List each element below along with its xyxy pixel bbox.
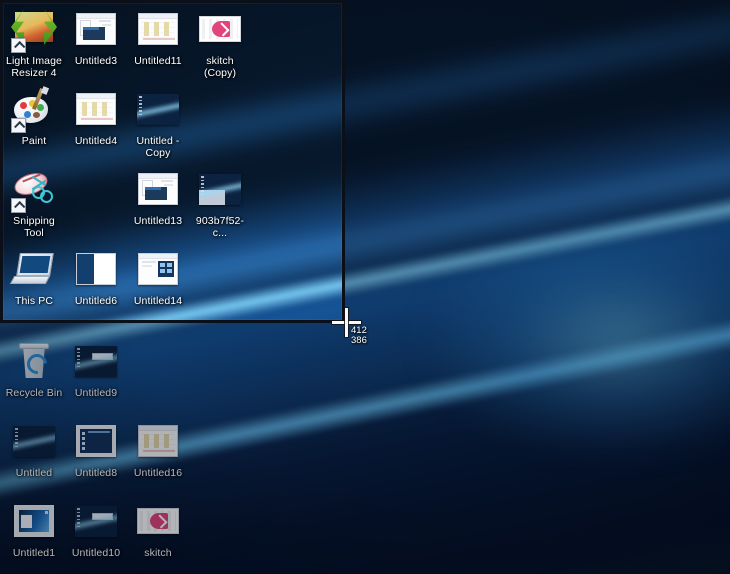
desktop-icon-untitled1[interactable]: Untitled1	[3, 498, 65, 560]
image-file-icon	[72, 86, 120, 134]
shortcut-arrow-icon	[11, 38, 26, 53]
paint-app-icon	[10, 86, 58, 134]
skitch-file-icon	[196, 6, 244, 54]
desktop-icon-label: Untitled6	[74, 295, 118, 307]
image-file-icon	[134, 6, 182, 54]
desktop-icon-label: Light Image Resizer 4	[6, 55, 62, 79]
image-file-icon	[134, 418, 182, 466]
desktop-icon-label: Untitled14	[133, 295, 183, 307]
desktop-icon-label: Untitled13	[133, 215, 183, 227]
desktop-icon-label: skitch (Copy)	[203, 55, 237, 79]
image-file-icon	[72, 418, 120, 466]
desktop-icon-label: Untitled3	[74, 55, 118, 67]
desktop-icon-paint[interactable]: Paint	[3, 86, 65, 148]
image-file-icon	[72, 498, 120, 546]
desktop-icon-untitled[interactable]: Untitled	[3, 418, 65, 480]
desktop-icon-grid: Light Image Resizer 4 Untitled3 Untitled11…	[0, 0, 730, 574]
shortcut-arrow-icon	[11, 118, 26, 133]
desktop-icon-untitled4[interactable]: Untitled4	[65, 86, 127, 148]
skitch-file-icon	[134, 498, 182, 546]
image-file-icon	[134, 86, 182, 134]
desktop-icon-label: Untitled1	[12, 547, 56, 559]
image-file-icon	[196, 166, 244, 214]
image-file-icon	[72, 6, 120, 54]
desktop-icon-903b7f52-c[interactable]: 903b7f52-c...	[189, 166, 251, 239]
desktop-icon-skitch-copy[interactable]: skitch (Copy)	[189, 6, 251, 79]
recycle-bin-icon	[10, 338, 58, 386]
desktop-icon-label: Untitled11	[134, 55, 182, 67]
desktop-icon-untitled3[interactable]: Untitled3	[65, 6, 127, 68]
image-file-icon	[72, 246, 120, 294]
desktop-icon-untitled14[interactable]: Untitled14	[127, 246, 189, 308]
desktop-icon-light-image-resizer-4[interactable]: Light Image Resizer 4	[3, 6, 65, 79]
image-file-icon	[134, 166, 182, 214]
desktop-icon-recycle-bin[interactable]: Recycle Bin	[3, 338, 65, 400]
desktop-icon-label: Untitled4	[74, 135, 118, 147]
desktop-icon-skitch[interactable]: skitch	[127, 498, 189, 560]
desktop-icon-label: Untitled8	[74, 467, 118, 479]
desktop-icon-label: Snipping Tool	[13, 215, 55, 239]
coordinate-y-value: 386	[351, 335, 367, 346]
desktop-icon-label: skitch	[144, 547, 172, 559]
desktop-icon-label: Untitled10	[71, 547, 121, 559]
desktop-icon-untitled9[interactable]: Untitled9	[65, 338, 127, 400]
this-pc-icon	[9, 246, 58, 294]
desktop-icon-untitled11[interactable]: Untitled11	[127, 6, 189, 68]
desktop-icon-label: Untitled - Copy	[136, 135, 180, 159]
shortcut-arrow-icon	[11, 198, 26, 213]
desktop-icon-label: Untitled	[15, 467, 53, 479]
cursor-coordinate-readout: 412 386	[351, 326, 367, 346]
desktop-icon-untitled10[interactable]: Untitled10	[65, 498, 127, 560]
desktop-icon-label: 903b7f52-c...	[195, 215, 245, 239]
desktop-icon-this-pc[interactable]: This PC	[3, 246, 65, 308]
desktop-icon-untitled-copy[interactable]: Untitled - Copy	[127, 86, 189, 159]
desktop-icon-snipping-tool[interactable]: Snipping Tool	[3, 166, 65, 239]
desktop-icon-untitled6[interactable]: Untitled6	[65, 246, 127, 308]
image-file-icon	[134, 246, 182, 294]
desktop-icon-label: Untitled16	[133, 467, 183, 479]
light-image-resizer-icon	[10, 6, 58, 54]
snipping-tool-app-icon	[10, 166, 58, 214]
desktop-icon-untitled16[interactable]: Untitled16	[127, 418, 189, 480]
desktop-icon-label: This PC	[14, 295, 54, 307]
desktop-icon-label: Recycle Bin	[5, 387, 63, 399]
image-file-icon	[10, 418, 58, 466]
image-file-icon	[10, 498, 58, 546]
desktop-icon-untitled8[interactable]: Untitled8	[65, 418, 127, 480]
desktop-icon-label: Untitled9	[74, 387, 118, 399]
desktop-icon-untitled13[interactable]: Untitled13	[127, 166, 189, 228]
image-file-icon	[72, 338, 120, 386]
desktop-icon-label: Paint	[21, 135, 47, 147]
